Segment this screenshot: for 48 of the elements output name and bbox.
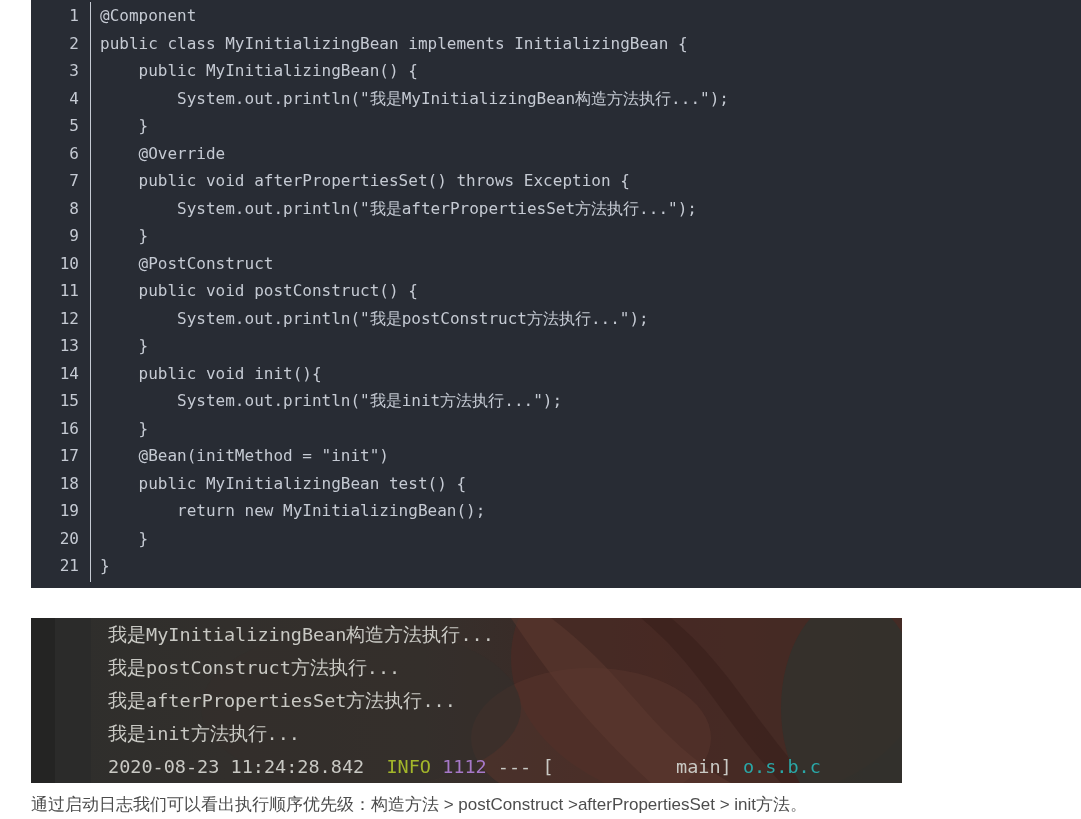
code-line: } — [137, 116, 149, 135]
code-line: } — [137, 226, 149, 245]
line-number: 19 — [58, 500, 79, 522]
line-number: 21 — [58, 555, 79, 577]
caption: 通过启动日志我们可以看出执行顺序优先级：构造方法 > postConstruct >afterPropertiesSet > init方法。 — [31, 794, 808, 816]
line-number: 9 — [68, 225, 79, 247]
line-number: 12 — [58, 307, 79, 330]
line-number: 1 — [68, 5, 79, 27]
line-number: 6 — [68, 142, 79, 165]
code-line: System.out.println("我是MyInitializingBean构造方法执行..."); — [176, 88, 729, 108]
code-line: } — [137, 418, 149, 438]
console-line: 我是postConstruct方法执行... — [108, 656, 401, 680]
line-number: 7 — [68, 170, 79, 192]
code-line: public void afterPropertiesSet() throws Exception { — [137, 171, 630, 190]
code-line: public void init(){ — [137, 363, 322, 383]
line-number: 18 — [58, 472, 79, 495]
code-line: } — [100, 556, 110, 575]
code-line: public void postConstruct() { — [137, 281, 418, 300]
code-line: public MyInitializingBean() { — [137, 61, 418, 80]
console-line: 我是afterPropertiesSet方法执行... — [108, 689, 456, 713]
code-line: @Override — [137, 143, 226, 163]
code-line: @PostConstruct — [137, 253, 274, 273]
code-line: System.out.println("我是init方法执行..."); — [176, 391, 563, 410]
code-line: System.out.println("我是afterPropertiesSet方法执行..."); — [176, 198, 697, 218]
code-line: } — [137, 336, 149, 355]
console-line: 2020-08-23 11:24:28.842 INFO 1112 --- [ main] o.s.b.c — [108, 755, 821, 779]
code-line: public class MyInitializingBean implements InitializingBean { — [100, 33, 688, 53]
line-number: 17 — [58, 445, 79, 467]
code-line: @Bean(initMethod = "init") — [137, 446, 389, 465]
line-number: 15 — [58, 390, 79, 412]
line-number: 11 — [58, 280, 79, 302]
line-number: 13 — [58, 335, 79, 357]
code-line: } — [137, 528, 149, 548]
code-line: @Component — [100, 6, 197, 25]
code-line: System.out.println("我是postConstruct方法执行..."); — [176, 308, 649, 328]
line-number: 8 — [68, 197, 79, 220]
code-line: public MyInitializingBean test() { — [137, 473, 467, 493]
line-number: 16 — [58, 417, 79, 440]
console-line: 我是MyInitializingBean构造方法执行... — [108, 623, 494, 647]
line-number: 14 — [58, 362, 79, 385]
line-number: 3 — [68, 60, 79, 82]
line-number: 10 — [58, 252, 79, 275]
line-number: 20 — [58, 527, 79, 550]
line-number: 2 — [68, 32, 79, 55]
line-number: 5 — [68, 115, 79, 137]
code-line: return new MyInitializingBean(); — [176, 501, 486, 520]
line-number: 4 — [68, 87, 79, 110]
console-line: 我是init方法执行... — [108, 722, 300, 746]
